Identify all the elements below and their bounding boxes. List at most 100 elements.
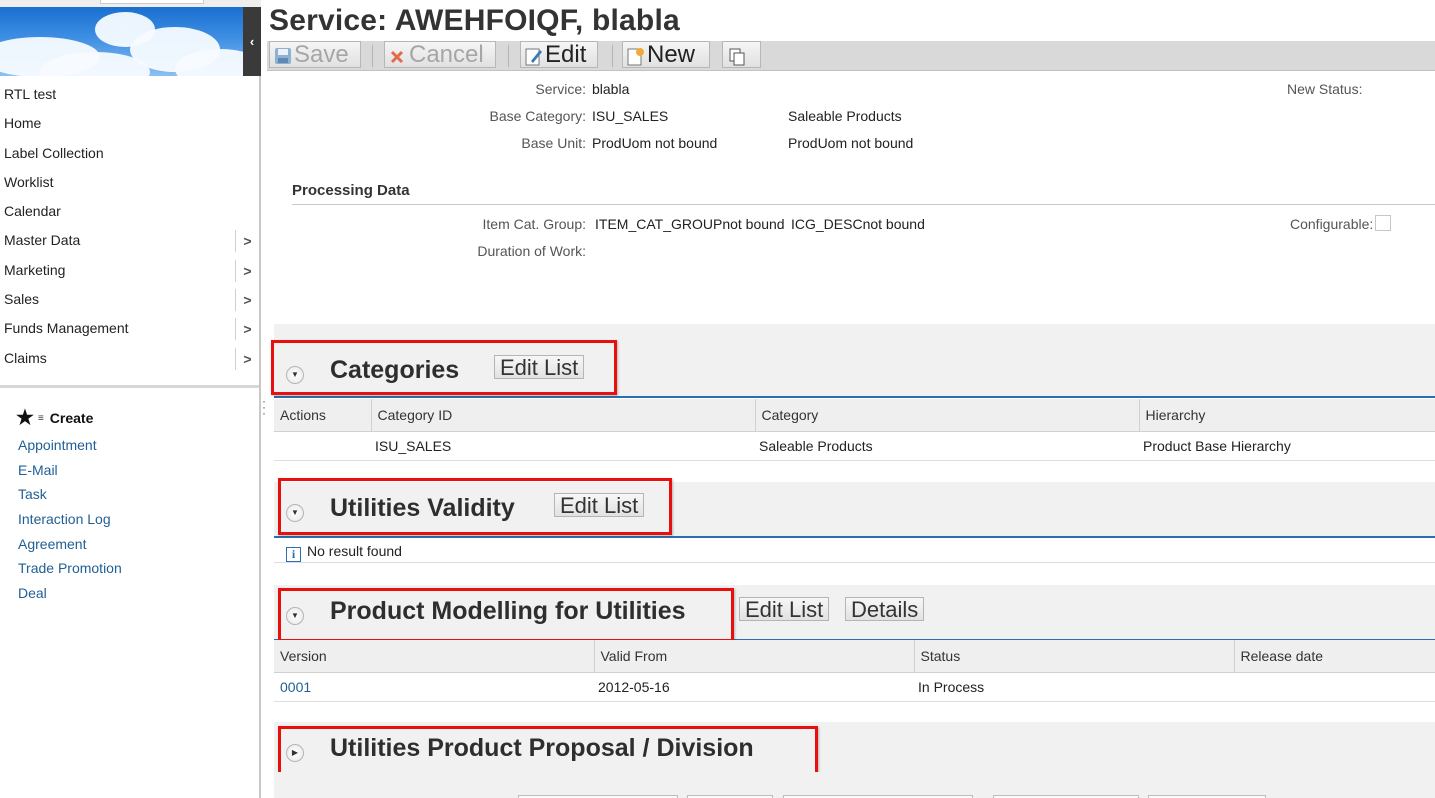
edit-label: Edit [545,41,587,68]
base-category-description: Saleable Products [788,108,902,124]
menu-item-label: Sales [4,291,40,308]
configurable-checkbox[interactable] [1375,215,1391,231]
base-category-label: Base Category: [489,108,587,124]
cancel-label: Cancel [409,41,484,68]
section-divider [292,204,1435,205]
copy-icon [729,48,745,66]
version-link[interactable]: 0001 [274,672,594,702]
base-unit-description: ProdUom not bound [788,135,914,151]
service-label: Service: [535,81,586,97]
menu-item-worklist[interactable]: Worklist [0,168,259,197]
modelling-details-button[interactable]: Details [845,597,925,621]
proposal-block-header: ▶ Utilities Product Proposal / Division [274,722,1435,778]
menu-item-claims[interactable]: Claims > [0,344,259,373]
create-deal-link[interactable]: Deal [18,581,246,606]
item-cat-group-value: ITEM_CAT_GROUPnot bound [595,216,785,232]
collapse-toggle-icon[interactable]: ▼ [286,607,304,625]
validity-block-header: ▼ Utilities Validity Edit List [274,482,1435,538]
validity-edit-list-button[interactable]: Edit List [554,493,645,517]
modelling-block-header: ▼ Product Modelling for Utilities Edit L… [274,585,1435,641]
hierarchy-cell: Product Base Hierarchy [1139,431,1435,461]
menu-item-label: Calendar [4,203,61,220]
actions-cell [274,431,371,461]
column-header[interactable]: Hierarchy [1139,399,1435,432]
menu-item-label: Funds Management [4,320,129,337]
menu-item-label: Master Data [4,232,81,249]
table-header-row: Version Valid From Status Release date [274,640,1435,673]
edit-button[interactable]: Edit [520,41,598,68]
cancel-icon [390,50,404,63]
save-button[interactable]: Save [269,41,361,68]
chevron-right-icon[interactable]: > [235,347,259,370]
no-result-message: i No result found [274,539,1435,563]
menu-item-label: Marketing [4,261,66,278]
chevron-right-icon[interactable]: > [235,318,259,341]
create-section: ★ ≡ Create Appointment E-Mail Task Intera… [16,403,246,606]
table-row: ISU_SALES Saleable Products Product Base… [274,431,1435,461]
cancel-button[interactable]: Cancel [384,41,496,68]
menu-item-master-data[interactable]: Master Data > [0,226,259,255]
column-header[interactable]: Version [274,640,595,673]
save-icon [275,47,291,64]
service-value: blabla [592,81,630,97]
column-header[interactable]: Actions [274,399,372,432]
menu-item-rtl-test[interactable]: RTL test [0,80,259,109]
column-header[interactable]: Category [755,399,1140,432]
menu-item-label: Home [4,115,42,132]
menu-item-funds-management[interactable]: Funds Management > [0,314,259,343]
base-category-value: ISU_SALES [592,108,669,124]
main-menu: RTL test Home Label Collection Worklist … [0,80,259,373]
new-document-icon [627,47,644,66]
new-button[interactable]: New [622,41,710,68]
toolbar-separator [508,45,509,67]
create-trade-promotion-link[interactable]: Trade Promotion [18,556,246,581]
main-content: Service: AWEHFOIQF, blabla Save Cancel E… [263,0,1435,798]
menu-item-label: RTL test [4,86,57,102]
chevron-right-icon[interactable]: > [235,289,259,312]
create-appointment-link[interactable]: Appointment [18,433,246,458]
table-row: 0001 2012-05-16 In Process [274,672,1435,702]
toolbar: Save Cancel Edit New [267,41,1435,71]
menu-item-sales[interactable]: Sales > [0,285,259,314]
menu-item-label-collection[interactable]: Label Collection [0,139,259,168]
list-icon: ≡ [37,412,44,424]
menu-item-label: Label Collection [4,144,104,161]
save-label: Save [294,41,349,68]
page-title: Service: AWEHFOIQF, blabla [269,4,680,37]
collapse-toggle-icon[interactable]: ▼ [286,504,304,522]
categories-title: Categories [330,356,460,384]
chevron-right-icon[interactable]: > [235,230,259,253]
modelling-edit-list-button[interactable]: Edit List [739,597,830,621]
column-header[interactable]: Status [914,640,1235,673]
expand-toggle-icon[interactable]: ▶ [286,744,304,762]
column-header[interactable]: Valid From [594,640,915,673]
categories-table: Actions Category ID Category Hierarchy I… [274,399,1435,461]
column-header[interactable]: Release date [1234,640,1435,673]
category-id-cell: ISU_SALES [371,431,755,461]
column-header[interactable]: Category ID [371,399,756,432]
proposal-title: Utilities Product Proposal / Division [330,734,754,762]
menu-item-calendar[interactable]: Calendar [0,197,259,226]
release-date-cell [1234,672,1435,702]
chevron-right-icon[interactable]: > [235,259,259,282]
section-gap [274,324,1435,342]
info-icon: i [286,547,301,562]
create-email-link[interactable]: E-Mail [18,458,246,483]
status-cell: In Process [914,672,1234,702]
collapse-nav-button[interactable]: ‹ [243,7,261,76]
toolbar-separator [612,45,613,67]
processing-data-title: Processing Data [292,182,410,199]
create-agreement-link[interactable]: Agreement [18,532,246,557]
menu-item-home[interactable]: Home [0,109,259,138]
create-task-link[interactable]: Task [18,482,246,507]
nav-top-tab [100,0,204,4]
create-header: ★ ≡ Create [16,403,246,433]
service-header-form: Service: blabla New Status: Base Categor… [274,74,1435,324]
categories-edit-list-button[interactable]: Edit List [494,355,585,379]
menu-item-marketing[interactable]: Marketing > [0,256,259,285]
create-title: Create [49,410,94,426]
configurable-label: Configurable: [1290,216,1374,232]
create-interaction-log-link[interactable]: Interaction Log [18,507,246,532]
collapse-toggle-icon[interactable]: ▼ [286,366,304,384]
copy-button[interactable] [722,41,761,68]
